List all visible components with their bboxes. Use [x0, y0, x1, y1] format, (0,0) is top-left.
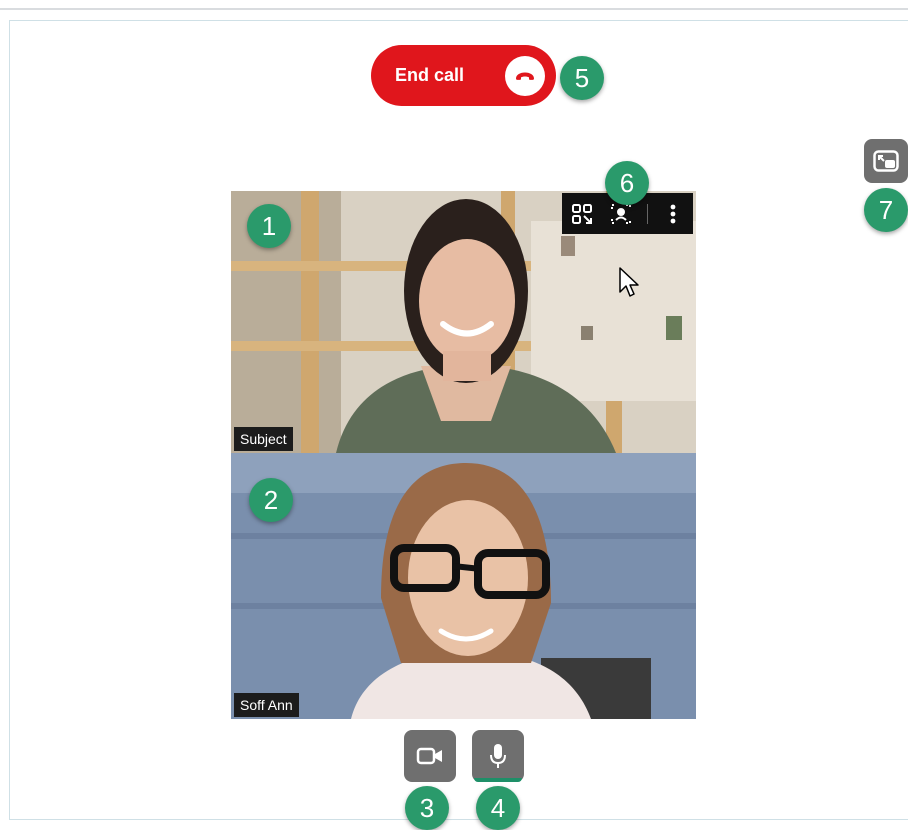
picture-in-picture-button[interactable] — [864, 139, 908, 183]
annotation-badge-1: 1 — [247, 204, 291, 248]
top-divider — [0, 8, 908, 10]
phone-hangup-icon — [505, 55, 545, 96]
mic-active-indicator — [474, 778, 522, 782]
participant-name-tag: Subject — [234, 427, 293, 451]
mouse-cursor-icon — [619, 267, 639, 297]
annotation-badge-4: 4 — [476, 786, 520, 830]
participant-name-tag: Soff Ann — [234, 693, 299, 717]
annotation-badge-5: 5 — [560, 56, 604, 100]
participant-video-soff-ann[interactable]: Soff Ann — [231, 453, 696, 719]
annotation-badge-6: 6 — [605, 161, 649, 205]
participant-video-image — [231, 453, 696, 719]
annotation-badge-2: 2 — [249, 478, 293, 522]
microphone-icon — [490, 744, 506, 768]
annotation-badge-3: 3 — [405, 786, 449, 830]
more-vertical-icon[interactable] — [659, 200, 687, 228]
camera-toggle-button[interactable] — [404, 730, 456, 782]
video-camera-icon — [416, 747, 442, 765]
microphone-toggle-button[interactable] — [472, 730, 524, 782]
toolbar-separator — [646, 203, 648, 224]
annotation-badge-7: 7 — [864, 188, 908, 232]
layout-icon[interactable] — [568, 200, 596, 228]
end-call-label: End call — [395, 65, 465, 85]
end-call-button[interactable]: End call — [371, 45, 556, 106]
picture-in-picture-icon — [873, 150, 899, 172]
